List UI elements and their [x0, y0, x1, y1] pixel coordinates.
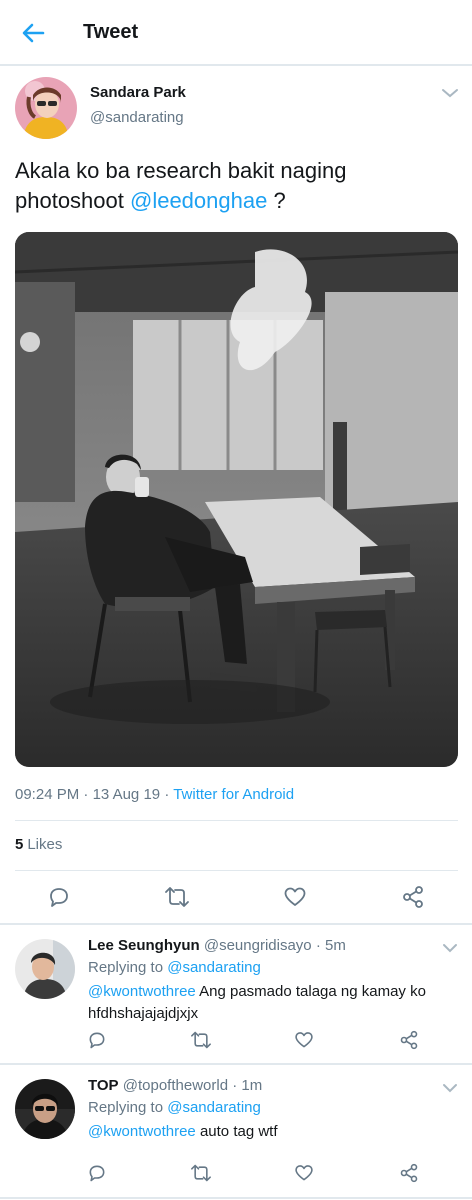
- share-button[interactable]: [400, 884, 426, 910]
- divider: [0, 1197, 472, 1199]
- tweet-text: Akala ko ba research bakit naging photos…: [15, 156, 455, 216]
- likes-count: 5: [15, 836, 24, 853]
- share-icon: [400, 1030, 418, 1050]
- replying-to-link[interactable]: @sandarating: [167, 959, 261, 976]
- like-icon: [284, 887, 306, 906]
- back-arrow-icon: [22, 23, 45, 43]
- tweet-client-link[interactable]: Twitter for Android: [173, 786, 294, 803]
- meta-dot: ·: [311, 937, 325, 954]
- back-button[interactable]: [18, 18, 48, 48]
- retweet-button[interactable]: [190, 1162, 212, 1184]
- retweet-icon: [191, 1164, 211, 1182]
- reply-button[interactable]: [86, 1029, 108, 1051]
- replying-to-link[interactable]: @sandarating: [167, 1099, 261, 1116]
- reply-menu-button[interactable]: [442, 941, 458, 953]
- tweet-mention-link[interactable]: @leedonghae: [130, 188, 267, 213]
- reply-text: @kwontwothree Ang pasmado talaga ng kama…: [88, 981, 458, 1025]
- like-button[interactable]: [293, 1029, 315, 1051]
- share-icon: [403, 886, 423, 908]
- reply-item[interactable]: Lee Seunghyun @seungridisayo · 5m Replyi…: [0, 925, 472, 1063]
- reply-icon: [89, 1165, 105, 1182]
- reply-text: @kwontwothree auto tag wtf: [88, 1121, 458, 1143]
- avatar[interactable]: [15, 1079, 75, 1139]
- meta-dot: ·: [228, 1077, 242, 1094]
- avatar[interactable]: [15, 77, 77, 139]
- reply-icon: [89, 1032, 105, 1049]
- tweet-date: 13 Aug 19: [92, 786, 161, 803]
- reply-author-name[interactable]: Lee Seunghyun: [88, 937, 200, 954]
- like-icon: [295, 1032, 313, 1048]
- meta-dot: ·: [83, 786, 93, 803]
- divider: [15, 820, 458, 821]
- retweet-button[interactable]: [190, 1029, 212, 1051]
- tweet-meta: 09:24 PM · 13 Aug 19 · Twitter for Andro…: [15, 786, 294, 803]
- likes-label: Likes: [27, 836, 63, 853]
- reply-author-name[interactable]: TOP: [88, 1077, 119, 1094]
- retweet-icon: [191, 1031, 211, 1049]
- chevron-down-icon: [442, 89, 458, 98]
- reply-author-handle[interactable]: @topoftheworld: [123, 1077, 228, 1094]
- replying-to: Replying to @sandarating: [88, 1099, 261, 1116]
- divider: [15, 870, 458, 871]
- like-button[interactable]: [282, 884, 308, 910]
- reply-mention-link[interactable]: @kwontwothree: [88, 983, 196, 1000]
- like-icon: [295, 1165, 313, 1181]
- likes-row[interactable]: 5 Likes: [15, 836, 62, 853]
- retweet-icon: [165, 887, 189, 907]
- reply-author-handle[interactable]: @seungridisayo: [204, 937, 312, 954]
- reply-text-body: auto tag wtf: [199, 1123, 278, 1140]
- reply-menu-button[interactable]: [442, 1081, 458, 1093]
- reply-header: Lee Seunghyun @seungridisayo · 5m: [88, 937, 346, 954]
- author-handle[interactable]: @sandarating: [90, 109, 184, 126]
- reply-item[interactable]: TOP @topoftheworld · 1m Replying to @san…: [0, 1065, 472, 1200]
- reply-icon: [50, 888, 68, 907]
- retweet-button[interactable]: [164, 884, 190, 910]
- tweet-text-end: ?: [267, 188, 286, 213]
- reply-mention-link[interactable]: @kwontwothree: [88, 1123, 196, 1140]
- reply-time: 1m: [241, 1077, 263, 1094]
- reply-time: 5m: [325, 937, 346, 954]
- avatar[interactable]: [15, 939, 75, 999]
- reply-button[interactable]: [46, 884, 72, 910]
- replying-to-label: Replying to: [88, 959, 164, 976]
- share-button[interactable]: [398, 1162, 420, 1184]
- share-icon: [400, 1163, 418, 1183]
- share-button[interactable]: [398, 1029, 420, 1051]
- top-bar: Tweet: [0, 0, 472, 66]
- reply-header: TOP @topoftheworld · 1m: [88, 1077, 262, 1094]
- tweet-photo[interactable]: [15, 232, 458, 767]
- tweet-time: 09:24 PM: [15, 786, 80, 803]
- reply-button[interactable]: [86, 1162, 108, 1184]
- chevron-down-icon: [443, 944, 457, 953]
- page-title: Tweet: [83, 21, 139, 43]
- chevron-down-icon: [443, 1084, 457, 1093]
- tweet-actions: [0, 879, 472, 913]
- replying-to-label: Replying to: [88, 1099, 164, 1116]
- like-button[interactable]: [293, 1162, 315, 1184]
- replying-to: Replying to @sandarating: [88, 959, 261, 976]
- tweet-menu-button[interactable]: [440, 86, 460, 100]
- meta-dot: ·: [164, 786, 174, 803]
- author-name[interactable]: Sandara Park: [90, 84, 186, 101]
